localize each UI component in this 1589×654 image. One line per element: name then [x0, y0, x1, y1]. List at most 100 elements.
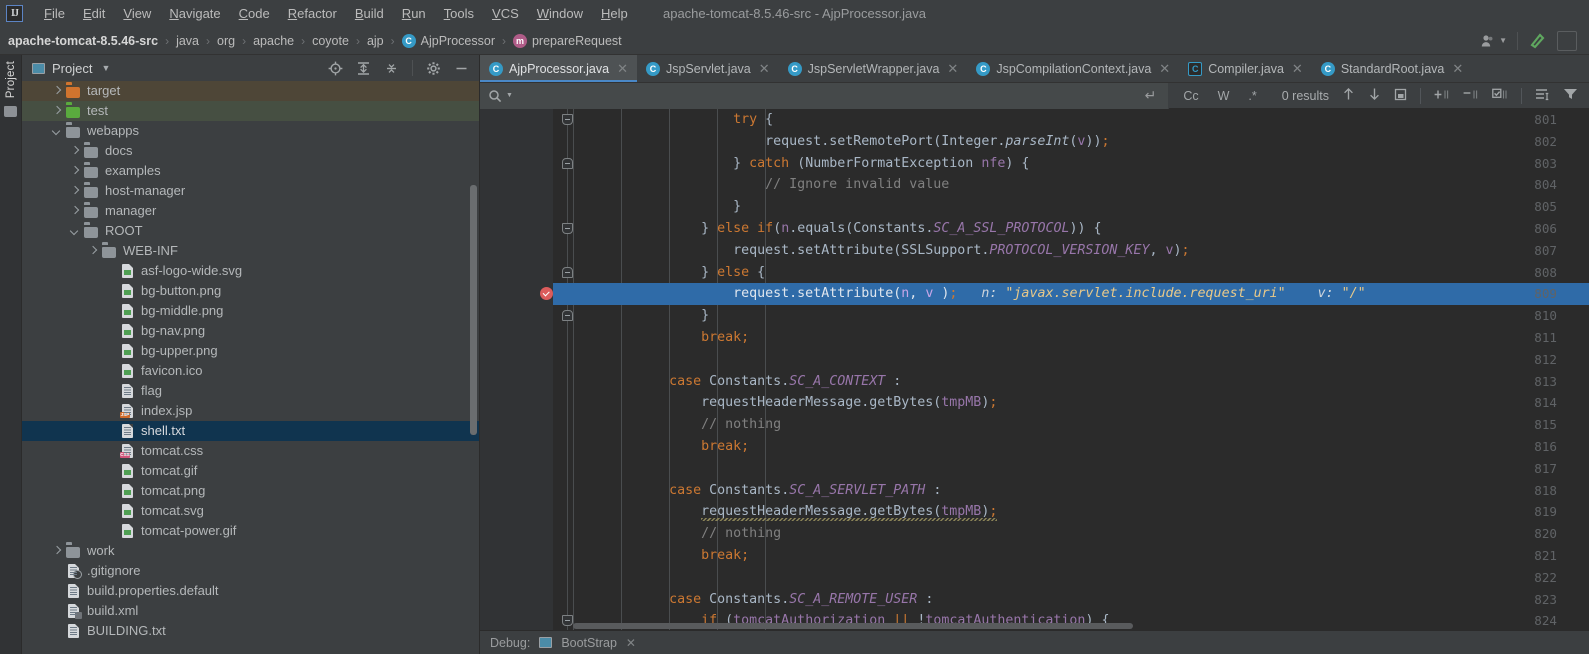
- tree-node-building-txt[interactable]: BUILDING.txt: [22, 621, 479, 641]
- locate-icon[interactable]: [328, 61, 343, 76]
- chevron-down-icon[interactable]: [70, 226, 81, 237]
- close-icon[interactable]: ✕: [1452, 62, 1463, 75]
- expand-all-icon[interactable]: [356, 61, 371, 76]
- tree-node--gitignore[interactable]: .gitignore: [22, 561, 479, 581]
- chevron-down-icon[interactable]: ▼: [101, 63, 110, 73]
- tree-node-bg-upper-png[interactable]: bg-upper.png: [22, 341, 479, 361]
- tree-node-bg-nav-png[interactable]: bg-nav.png: [22, 321, 479, 341]
- menu-item-vcs[interactable]: VCS: [483, 3, 528, 24]
- build-hammer-icon[interactable]: [1528, 30, 1547, 52]
- chevron-right-icon[interactable]: [52, 106, 63, 117]
- code-line-806[interactable]: 806 } else if(n.equals(Constants.SC_A_SS…: [480, 218, 1589, 240]
- tree-node-test[interactable]: test: [22, 101, 479, 121]
- chevron-right-icon[interactable]: [88, 246, 99, 257]
- collapse-all-icon[interactable]: [384, 61, 399, 76]
- code-line-820[interactable]: 820 // nothing: [480, 523, 1589, 545]
- project-tree[interactable]: target test webapps docs examples host-manage…: [22, 81, 479, 654]
- breadcrumb-item-apache[interactable]: apache: [253, 34, 294, 48]
- close-icon[interactable]: ✕: [626, 636, 636, 650]
- tree-node-docs[interactable]: docs: [22, 141, 479, 161]
- chevron-right-icon[interactable]: [70, 206, 81, 217]
- tree-node-manager[interactable]: manager: [22, 201, 479, 221]
- tree-node-examples[interactable]: examples: [22, 161, 479, 181]
- breadcrumb-item-apache-tomcat-8-5-46-src[interactable]: apache-tomcat-8.5.46-src: [8, 34, 158, 48]
- code-line-823[interactable]: 823 case Constants.SC_A_REMOTE_USER :: [480, 589, 1589, 611]
- user-icon[interactable]: ▼: [1481, 34, 1507, 48]
- multiline-icon[interactable]: ↵: [1145, 87, 1157, 104]
- menu-item-help[interactable]: Help: [592, 3, 637, 24]
- tree-node-tomcat-power-gif[interactable]: tomcat-power.gif: [22, 521, 479, 541]
- code-line-808[interactable]: 808 } else {: [480, 262, 1589, 284]
- close-icon[interactable]: ✕: [947, 62, 958, 75]
- editor-tab-standardroot-java[interactable]: C StandardRoot.java ✕: [1312, 55, 1472, 82]
- remove-selection-icon[interactable]: [1463, 88, 1479, 104]
- next-match-icon[interactable]: [1368, 87, 1381, 104]
- tree-node-root[interactable]: ROOT: [22, 221, 479, 241]
- editor-horizontal-scrollbar[interactable]: [573, 623, 1133, 629]
- tree-node-bg-button-png[interactable]: bg-button.png: [22, 281, 479, 301]
- tree-node-bg-middle-png[interactable]: bg-middle.png: [22, 301, 479, 321]
- code-line-803[interactable]: 803 } catch (NumberFormatException nfe) …: [480, 153, 1589, 175]
- tree-node-index-jsp[interactable]: JSP index.jsp: [22, 401, 479, 421]
- breadcrumb-item-java[interactable]: java: [176, 34, 199, 48]
- code-line-802[interactable]: 802 request.setRemotePort(Integer.parseI…: [480, 131, 1589, 153]
- tree-node-host-manager[interactable]: host-manager: [22, 181, 479, 201]
- code-line-811[interactable]: 811 break;: [480, 327, 1589, 349]
- tree-node-build-properties-default[interactable]: build.properties.default: [22, 581, 479, 601]
- search-input[interactable]: [512, 88, 1145, 103]
- code-lines[interactable]: 801 try {802 request.setRemotePort(Integ…: [480, 109, 1589, 630]
- close-icon[interactable]: ✕: [1292, 62, 1303, 75]
- fold-close-icon[interactable]: [562, 310, 573, 322]
- select-all-icon[interactable]: [1492, 88, 1508, 104]
- menu-item-view[interactable]: View: [114, 3, 160, 24]
- tree-node-favicon-ico[interactable]: favicon.ico: [22, 361, 479, 381]
- tree-node-tomcat-svg[interactable]: tomcat.svg: [22, 501, 479, 521]
- breadcrumb-item-coyote[interactable]: coyote: [312, 34, 349, 48]
- chevron-down-icon[interactable]: ▼: [1499, 36, 1507, 45]
- menu-item-build[interactable]: Build: [346, 3, 393, 24]
- tree-node-target[interactable]: target: [22, 81, 479, 101]
- code-line-814[interactable]: 814 requestHeaderMessage.getBytes(tmpMB)…: [480, 392, 1589, 414]
- project-tree-scrollbar[interactable]: [470, 185, 477, 435]
- close-icon[interactable]: ✕: [617, 62, 628, 75]
- menu-item-window[interactable]: Window: [528, 3, 592, 24]
- editor-tab-jspservlet-java[interactable]: C JspServlet.java ✕: [637, 55, 779, 82]
- fold-open-icon[interactable]: [562, 615, 573, 627]
- editor-tab-compiler-java[interactable]: C Compiler.java ✕: [1179, 55, 1312, 82]
- breakpoint-icon[interactable]: [540, 287, 553, 301]
- fold-open-icon[interactable]: [562, 114, 573, 125]
- chevron-down-icon[interactable]: [52, 126, 63, 137]
- code-line-804[interactable]: 804 // Ignore invalid value: [480, 174, 1589, 196]
- code-line-813[interactable]: 813 case Constants.SC_A_CONTEXT :: [480, 371, 1589, 393]
- code-editor[interactable]: 801 try {802 request.setRemotePort(Integ…: [480, 109, 1589, 630]
- chevron-right-icon[interactable]: [70, 166, 81, 177]
- tree-node-build-xml[interactable]: build.xml: [22, 601, 479, 621]
- regex-toggle[interactable]: .*: [1245, 88, 1259, 104]
- fold-close-icon[interactable]: [562, 266, 573, 278]
- settings-gear-icon[interactable]: [426, 61, 441, 76]
- chevron-right-icon[interactable]: [70, 186, 81, 197]
- editor-gutter[interactable]: [480, 109, 553, 630]
- close-icon[interactable]: ✕: [1159, 62, 1170, 75]
- hide-icon[interactable]: [454, 61, 469, 76]
- menu-item-run[interactable]: Run: [393, 3, 435, 24]
- code-line-821[interactable]: 821 break;: [480, 545, 1589, 567]
- chevron-right-icon[interactable]: [70, 146, 81, 157]
- breadcrumb-item-ajp[interactable]: ajp: [367, 34, 384, 48]
- code-line-809[interactable]: 809 request.setAttribute(n, v ); n: "jav…: [480, 283, 1589, 305]
- tree-node-work[interactable]: work: [22, 541, 479, 561]
- code-line-815[interactable]: 815 // nothing: [480, 414, 1589, 436]
- menu-item-code[interactable]: Code: [230, 3, 279, 24]
- menu-item-refactor[interactable]: Refactor: [279, 3, 346, 24]
- code-line-822[interactable]: 822: [480, 567, 1589, 589]
- fold-open-icon[interactable]: [562, 223, 573, 234]
- tree-node-flag[interactable]: flag: [22, 381, 479, 401]
- run-button[interactable]: [1557, 30, 1577, 51]
- code-line-819[interactable]: 819 requestHeaderMessage.getBytes(tmpMB)…: [480, 501, 1589, 523]
- filter-icon[interactable]: [1563, 87, 1578, 104]
- tree-node-tomcat-gif[interactable]: tomcat.gif: [22, 461, 479, 481]
- stripe-project-button[interactable]: Project: [5, 61, 17, 98]
- menu-item-tools[interactable]: Tools: [435, 3, 483, 24]
- filter-options-icon[interactable]: [1535, 87, 1550, 104]
- code-line-810[interactable]: 810 }: [480, 305, 1589, 327]
